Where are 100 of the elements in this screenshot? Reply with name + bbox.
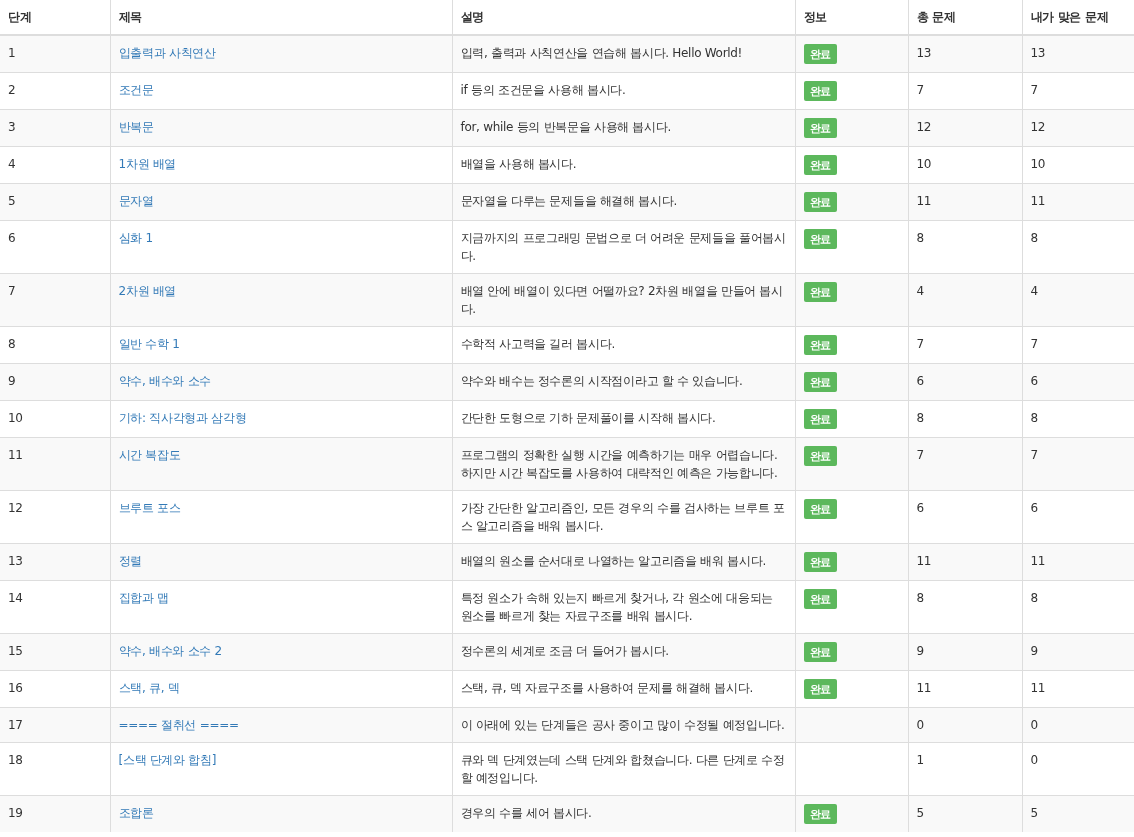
status-badge: 완료 — [803, 446, 837, 466]
step-title-link[interactable]: 1차원 배열 — [118, 157, 177, 171]
status-badge: 완료 — [803, 155, 837, 175]
solved-problems: 4 — [1030, 284, 1038, 298]
step-number: 13 — [8, 554, 23, 568]
step-title-link[interactable]: 심화 1 — [118, 231, 153, 245]
step-title-link[interactable]: 2차원 배열 — [118, 284, 177, 298]
solved-problems: 13 — [1030, 46, 1046, 60]
step-title-link[interactable]: ==== 절취선 ==== — [118, 718, 239, 732]
total-problems: 8 — [916, 411, 924, 425]
step-title-link[interactable]: 조합론 — [118, 806, 154, 820]
step-description: 간단한 도형으로 기하 문제풀이를 시작해 봅시다. — [460, 411, 716, 425]
total-problems: 11 — [916, 194, 932, 208]
step-description: 이 아래에 있는 단계들은 공사 중이고 많이 수정될 예정입니다. — [460, 718, 785, 732]
step-number: 3 — [8, 120, 16, 134]
step-number: 18 — [8, 753, 23, 767]
total-problems: 13 — [916, 46, 932, 60]
status-badge: 완료 — [803, 44, 837, 64]
status-badge: 완료 — [803, 642, 837, 662]
step-number: 2 — [8, 83, 16, 97]
solved-problems: 6 — [1030, 501, 1038, 515]
status-badge: 완료 — [803, 192, 837, 212]
step-description: 약수와 배수는 정수론의 시작점이라고 할 수 있습니다. — [460, 374, 743, 388]
status-badge: 완료 — [803, 804, 837, 824]
step-description: 정수론의 세계로 조금 더 들어가 봅시다. — [460, 644, 669, 658]
step-description: 문자열을 다루는 문제들을 해결해 봅시다. — [460, 194, 677, 208]
step-description: 스택, 큐, 덱 자료구조를 사용하여 문제를 해결해 봅시다. — [460, 681, 754, 695]
solved-problems: 7 — [1030, 337, 1038, 351]
status-badge: 완료 — [803, 335, 837, 355]
status-badge: 완료 — [803, 372, 837, 392]
step-description: 가장 간단한 알고리즘인, 모든 경우의 수를 검사하는 브루트 포스 알고리즘을 배워 봅시다. — [460, 501, 785, 533]
step-number: 17 — [8, 718, 23, 732]
step-title-link[interactable]: 스택, 큐, 덱 — [118, 681, 180, 695]
step-title-link[interactable]: 집합과 맵 — [118, 591, 169, 605]
step-description: 특정 원소가 속해 있는지 빠르게 찾거나, 각 원소에 대응되는 원소를 빠르게 찾는 자료구조를 배워 봅시다. — [460, 591, 773, 623]
step-title-link[interactable]: 일반 수학 1 — [118, 337, 180, 351]
step-title-link[interactable]: 정렬 — [118, 554, 142, 568]
solved-problems: 8 — [1030, 411, 1038, 425]
total-problems: 7 — [916, 337, 924, 351]
step-description: 입력, 출력과 사칙연산을 연습해 봅시다. Hello World! — [460, 46, 743, 60]
solved-problems: 11 — [1030, 554, 1046, 568]
total-problems: 8 — [916, 591, 924, 605]
total-problems: 7 — [916, 448, 924, 462]
status-badge: 완료 — [803, 409, 837, 429]
step-number: 8 — [8, 337, 16, 351]
step-number: 14 — [8, 591, 23, 605]
step-title-link[interactable]: [스택 단계와 합침] — [118, 753, 217, 767]
step-description: 배열의 원소를 순서대로 나열하는 알고리즘을 배워 봅시다. — [460, 554, 766, 568]
status-badge: 완료 — [803, 589, 837, 609]
step-number: 6 — [8, 231, 16, 245]
total-problems: 0 — [916, 718, 924, 732]
step-description: 경우의 수를 세어 봅시다. — [460, 806, 592, 820]
solved-problems: 11 — [1030, 194, 1046, 208]
step-description: 배열을 사용해 봅시다. — [460, 157, 577, 171]
solved-problems: 7 — [1030, 83, 1038, 97]
total-problems: 11 — [916, 681, 932, 695]
total-problems: 6 — [916, 374, 924, 388]
step-title-link[interactable]: 입출력과 사칙연산 — [118, 46, 216, 60]
status-badge: 완료 — [803, 81, 837, 101]
total-problems: 7 — [916, 83, 924, 97]
step-title-link[interactable]: 시간 복잡도 — [118, 448, 181, 462]
solved-problems: 8 — [1030, 591, 1038, 605]
status-badge: 완료 — [803, 118, 837, 138]
step-title-link[interactable]: 브루트 포스 — [118, 501, 181, 515]
total-problems: 10 — [916, 157, 932, 171]
step-title-link[interactable]: 약수, 배수와 소수 2 — [118, 644, 222, 658]
solved-problems: 0 — [1030, 718, 1038, 732]
step-title-link[interactable]: 조건문 — [118, 83, 154, 97]
solved-problems: 7 — [1030, 448, 1038, 462]
step-title-link[interactable]: 문자열 — [118, 194, 154, 208]
step-number: 10 — [8, 411, 23, 425]
solved-problems: 5 — [1030, 806, 1038, 820]
status-badge: 완료 — [803, 552, 837, 572]
step-number: 5 — [8, 194, 16, 208]
step-description: 지금까지의 프로그래밍 문법으로 더 어려운 문제들을 풀어봅시다. — [460, 231, 786, 263]
status-badge: 완료 — [803, 229, 837, 249]
total-problems: 9 — [916, 644, 924, 658]
total-problems: 11 — [916, 554, 932, 568]
step-description: if 등의 조건문을 사용해 봅시다. — [460, 83, 626, 97]
step-title-link[interactable]: 약수, 배수와 소수 — [118, 374, 211, 388]
solved-problems: 0 — [1030, 753, 1038, 767]
step-description: 프로그램의 정확한 실행 시간을 예측하기는 매우 어렵습니다. 하지만 시간 복잡도를 사용하여 대략적인 예측은 가능합니다. — [460, 448, 778, 480]
step-description: 큐와 덱 단계였는데 스택 단계와 합쳤습니다. 다른 단계로 수정할 예정입니다. — [460, 753, 785, 785]
step-number: 12 — [8, 501, 23, 515]
step-number: 19 — [8, 806, 23, 820]
solved-problems: 6 — [1030, 374, 1038, 388]
solved-problems: 12 — [1030, 120, 1046, 134]
step-description: for, while 등의 반복문을 사용해 봅시다. — [460, 120, 672, 134]
step-title-link[interactable]: 기하: 직사각형과 삼각형 — [118, 411, 247, 425]
total-problems: 4 — [916, 284, 924, 298]
solved-problems: 10 — [1030, 157, 1046, 171]
total-problems: 5 — [916, 806, 924, 820]
step-title-link[interactable]: 반복문 — [118, 120, 154, 134]
step-number: 1 — [8, 46, 16, 60]
step-number: 9 — [8, 374, 16, 388]
step-number: 7 — [8, 284, 16, 298]
status-badge: 완료 — [803, 679, 837, 699]
step-description: 배열 안에 배열이 있다면 어떨까요? 2차원 배열을 만들어 봅시다. — [460, 284, 783, 316]
total-problems: 12 — [916, 120, 932, 134]
step-number: 16 — [8, 681, 23, 695]
